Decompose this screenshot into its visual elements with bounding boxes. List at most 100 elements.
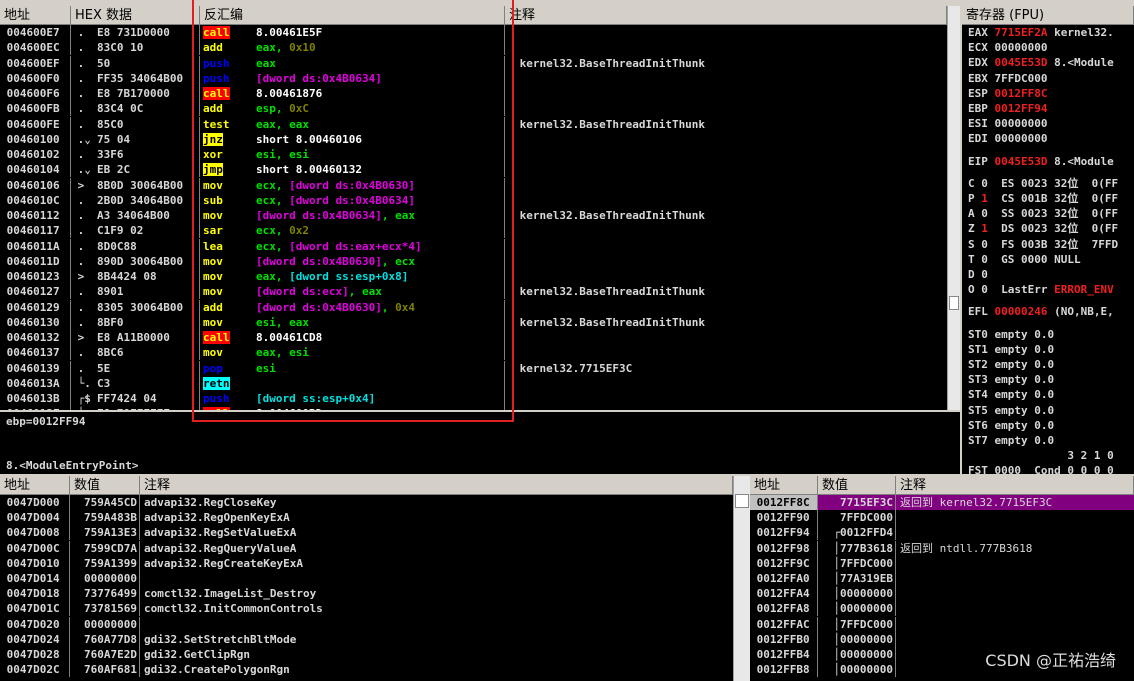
- disasm-row[interactable]: 004600EC . 83C0 10 add eax, 0x10: [0, 40, 947, 56]
- row-operand: short 8.00460106: [256, 132, 362, 146]
- dump-address: 0047D02C: [0, 662, 70, 678]
- disasm-row[interactable]: 0046011A . 8D0C88 lea ecx, [dword ds:eax+e…: [0, 238, 947, 254]
- col-disasm[interactable]: 反汇编: [200, 6, 505, 24]
- register-text: ST1 empty 0.0: [968, 342, 1055, 356]
- col-comment[interactable]: 注释: [896, 476, 1134, 494]
- col-address[interactable]: 地址: [750, 476, 818, 494]
- col-address[interactable]: 地址: [0, 476, 70, 494]
- disasm-row[interactable]: 00460130 . 8BF0 mov esi, eax kernel32.Base…: [0, 314, 947, 330]
- register-text: EBX 7FFDC000: [968, 71, 1048, 85]
- dump-row[interactable]: 0047D00C 7599CD7A advapi32.RegQueryValueA: [0, 540, 733, 556]
- dump-comment: comctl32.ImageList_Destroy: [144, 587, 317, 601]
- row-comment: [505, 178, 947, 193]
- dump-row[interactable]: 0047D028 760A7E2D gdi32.GetClipRgn: [0, 647, 733, 662]
- registers-pane[interactable]: 寄存器 (FPU) EAX 7715EF2A kernel32. ECX 0000…: [962, 6, 1134, 474]
- registers-title[interactable]: 寄存器 (FPU): [962, 6, 1134, 24]
- row-operand: esi: [256, 361, 276, 375]
- row-operand: [dword ds:0x4B0634]: [289, 193, 415, 207]
- dump-row[interactable]: 0047D008 759A13E3 advapi32.RegSetValueExA: [0, 525, 733, 541]
- stack-value: │00000000: [818, 631, 896, 647]
- stack-row[interactable]: 0012FF94 ┌0012FFD4: [750, 525, 1134, 541]
- col-address[interactable]: 地址: [0, 6, 71, 24]
- dump-row[interactable]: 0047D018 73776499 comctl32.ImageList_Destr…: [0, 586, 733, 602]
- row-address: 0046013F: [0, 406, 71, 410]
- dump-address: 0047D020: [0, 616, 70, 632]
- disassembly-pane[interactable]: 地址 HEX 数据 反汇编 注释 004600E7 . E8 731D0000 ca…: [0, 6, 947, 410]
- disasm-row[interactable]: 00460104 .⌄ EB 2C jmp short 8.00460132: [0, 162, 947, 178]
- disasm-row[interactable]: 0046013B ┌$ FF7424 04 push [dword ss:esp+0…: [0, 391, 947, 406]
- row-hex: 8901: [97, 284, 200, 300]
- dump-row[interactable]: 0047D014 00000000: [0, 571, 733, 586]
- stack-scrollbar[interactable]: [733, 476, 750, 681]
- col-comment[interactable]: 注释: [140, 476, 733, 494]
- stack-row[interactable]: 0012FF9C │7FFDC000: [750, 555, 1134, 571]
- row-instruction: call 8.00461876: [200, 86, 505, 101]
- row-marker: >: [71, 270, 85, 283]
- row-instruction: mov eax, esi: [200, 345, 505, 361]
- dump-row[interactable]: 0047D004 759A483B advapi32.RegOpenKeyExA: [0, 510, 733, 526]
- disasm-row[interactable]: 00460106 >8B0D 30064B00 mov ecx, [dword d…: [0, 177, 947, 193]
- disasm-row[interactable]: 00460123 >8B4424 08 mov eax, [dword ss:es…: [0, 269, 947, 284]
- disasm-row[interactable]: 004600F6 . E8 7B170000 call 8.00461876: [0, 86, 947, 101]
- disasm-row[interactable]: 00460102 . 33F6 xor esi, esi: [0, 147, 947, 162]
- dump-comment: gdi32.CreatePolygonRgn: [144, 663, 290, 677]
- stack-row[interactable]: 0012FFA0 │77A319EB: [750, 571, 1134, 586]
- register-text: ST7 empty 0.0: [968, 434, 1055, 447]
- stack-row[interactable]: 0012FFAC │7FFDC000: [750, 616, 1134, 632]
- stack-value: │7FFDC000: [818, 555, 896, 571]
- stack-address: 0012FF94: [750, 525, 818, 541]
- disasm-row[interactable]: 00460127 . 8901 mov [dword ds:ecx], eax ke…: [0, 284, 947, 300]
- dump-row[interactable]: 0047D010 759A1399 advapi32.RegCreateKeyExA: [0, 555, 733, 571]
- disasm-row[interactable]: 00460139 . 5E pop esi kernel32.7715EF3C: [0, 360, 947, 376]
- stack-row[interactable]: 0012FFA8 │00000000: [750, 601, 1134, 617]
- col-value[interactable]: 数值: [70, 476, 140, 494]
- disasm-row[interactable]: 004600EF . 50 push eax kernel32.BaseThread…: [0, 55, 947, 71]
- stack-row[interactable]: 0012FF90 7FFDC000: [750, 510, 1134, 526]
- row-comment: [505, 25, 947, 40]
- disasm-row[interactable]: 00460117 . C1F9 02 sar ecx, 0x2: [0, 223, 947, 239]
- col-hex[interactable]: HEX 数据: [71, 6, 200, 24]
- row-address: 004600EF: [0, 55, 71, 71]
- disasm-row[interactable]: 0046011D . 890D 30064B00 mov [dword ds:0x4…: [0, 253, 947, 269]
- disasm-row[interactable]: 00460129 . 8305 30064B00 add [dword ds:0x4…: [0, 299, 947, 315]
- register-text: 8.<Module: [1047, 56, 1114, 70]
- disasm-row[interactable]: 00460137 . 8BC6 mov eax, esi: [0, 345, 947, 361]
- register-text: C 0 ES 0023 32位 0(FF: [968, 176, 1119, 190]
- dump-row[interactable]: 0047D024 760A77D8 gdi32.SetStretchBltMode: [0, 631, 733, 647]
- dump-row[interactable]: 0047D01C 73781569 comctl32.InitCommonContr…: [0, 601, 733, 617]
- disasm-row[interactable]: 0046013A └. C3 retn: [0, 375, 947, 391]
- row-operand: eax: [256, 41, 276, 55]
- disasm-row[interactable]: 00460100 .⌄ 75 04 jnz short 8.00460106: [0, 131, 947, 147]
- disasm-row[interactable]: 0046010C . 2B0D 34064B00 sub ecx, [dword d…: [0, 192, 947, 208]
- disasm-row[interactable]: 00460112 . A3 34064B00 mov [dword ds:0x4B0…: [0, 208, 947, 223]
- register-line: ST0 empty 0.0: [968, 327, 1134, 342]
- dump-pane[interactable]: 地址 数值 注释 0047D000 759A45CD advapi32.RegClo…: [0, 476, 733, 681]
- row-marker: .: [71, 285, 85, 299]
- stack-row[interactable]: 0012FF98 │777B3618 返回到 ntdll.777B3618: [750, 540, 1134, 556]
- dump-address: 0047D014: [0, 571, 70, 586]
- disasm-row[interactable]: 004600E7 . E8 731D0000 call 8.00461E5F: [0, 25, 947, 40]
- row-operand: 0x4: [395, 300, 415, 314]
- row-instruction: push eax: [200, 55, 505, 71]
- stack-pane[interactable]: 地址 数值 注释 0012FF8C 7715EF3C 返回到 kernel32.77…: [750, 476, 1134, 681]
- stack-row[interactable]: 0012FF8C 7715EF3C 返回到 kernel32.7715EF3C: [750, 495, 1134, 510]
- disasm-row[interactable]: 0046013F │.E8 79FFFFFFcall 8.004600BD: [0, 406, 947, 410]
- row-mnemonic: mov: [203, 315, 223, 329]
- dump-row[interactable]: 0047D000 759A45CD advapi32.RegCloseKey: [0, 495, 733, 510]
- col-value[interactable]: 数值: [818, 476, 896, 494]
- disasm-row[interactable]: 004600FE . 85C0 test eax, eax kernel32.Bas…: [0, 116, 947, 132]
- stack-row[interactable]: 0012FFB0 │00000000: [750, 631, 1134, 647]
- row-mnemonic: add: [203, 300, 223, 314]
- dump-value: 73776499: [70, 586, 140, 602]
- dump-row[interactable]: 0047D02C 760AF681 gdi32.CreatePolygonRgn: [0, 662, 733, 678]
- row-marker: .: [71, 193, 85, 207]
- col-comment[interactable]: 注释: [505, 6, 947, 24]
- disasm-row[interactable]: 004600FB . 83C4 0C add esp, 0xC: [0, 101, 947, 117]
- dump-address: 0047D01C: [0, 601, 70, 617]
- disasm-row[interactable]: 00460132 > E8 A11B0000 call 8.00461CD8: [0, 330, 947, 345]
- row-mnemonic: mov: [203, 270, 223, 283]
- stack-row[interactable]: 0012FFA4 │00000000: [750, 586, 1134, 602]
- disasm-row[interactable]: 004600F0 . FF35 34064B00 push [dword ds:0x…: [0, 70, 947, 86]
- dump-row[interactable]: 0047D020 00000000: [0, 616, 733, 632]
- disassembly-scrollbar[interactable]: [947, 6, 960, 410]
